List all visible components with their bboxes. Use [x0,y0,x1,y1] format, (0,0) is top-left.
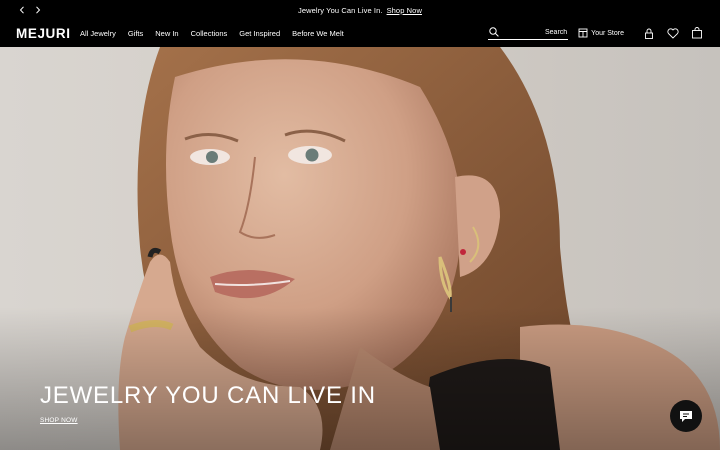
nav-item-collections[interactable]: Collections [191,29,228,38]
hero-banner: JEWELRY YOU CAN LIVE IN SHOP NOW [0,47,720,450]
store-icon [578,28,588,38]
hero-shop-now-link[interactable]: SHOP NOW [40,417,78,424]
your-store-label: Your Store [591,29,624,37]
wishlist-icon[interactable] [666,26,680,40]
announcement-message: Jewelry You Can Live In. [298,5,383,15]
bag-icon[interactable] [690,26,704,40]
nav-menu: All Jewelry Gifts New In Collections Get… [80,29,344,38]
hero-title: JEWELRY YOU CAN LIVE IN [40,382,376,409]
chevron-left-icon[interactable] [17,4,27,16]
announcement-shop-link[interactable]: Shop Now [387,6,422,15]
nav-item-all-jewelry[interactable]: All Jewelry [80,29,116,38]
search-box[interactable] [488,26,569,40]
nav-item-new-in[interactable]: New In [155,29,178,38]
account-icon[interactable] [642,26,656,40]
nav-item-get-inspired[interactable]: Get Inspired [239,29,280,38]
announcement-arrows [17,4,43,16]
mejuri-logo[interactable]: MEJURI [16,26,71,41]
chevron-right-icon[interactable] [33,4,43,16]
your-store-link[interactable]: Your Store [578,28,624,38]
header-tools: Your Store [488,25,704,41]
main-navigation: MEJURI All Jewelry Gifts New In Collecti… [0,20,720,47]
chat-button[interactable] [670,400,702,432]
chat-icon [680,410,692,422]
nav-item-gifts[interactable]: Gifts [128,29,143,38]
nav-item-before-we-melt[interactable]: Before We Melt [292,29,344,38]
announcement-bar: Jewelry You Can Live In. Shop Now [0,0,720,20]
search-input[interactable] [488,26,569,39]
